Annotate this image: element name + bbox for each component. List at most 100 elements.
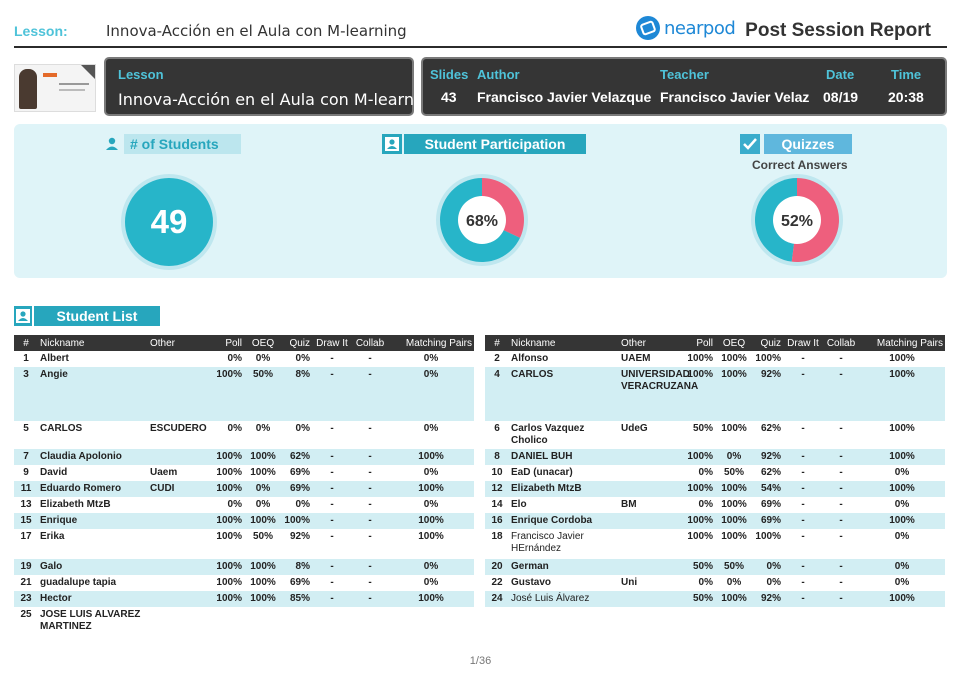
cell-n: 16 (485, 513, 509, 529)
time-label: Time (891, 67, 922, 82)
table-row: 25 JOSE LUIS ALVAREZ MARTINEZ (14, 607, 474, 635)
cell-poll: 100% (214, 513, 244, 529)
cell-n: 2 (494, 353, 500, 364)
cell-quiz: 100% (282, 513, 312, 529)
author-value: Francisco Javier Velazque (477, 89, 652, 105)
column-header: # (485, 335, 509, 351)
cell-poll: 50% (692, 423, 713, 434)
cell-n: 11 (14, 481, 38, 497)
lesson-info-label: Lesson (118, 67, 164, 82)
cell-collab: - (839, 467, 843, 478)
quizzes-heading: Quizzes (740, 134, 852, 154)
cell-draw: - (330, 499, 334, 510)
table-row: 3 Angie 100% 50% 8% - -0% (14, 367, 474, 421)
cell-other: UdeG (621, 423, 648, 434)
cell-poll: 100% (214, 559, 244, 575)
table-row: 18 Francisco Javier HErnández 100% 100% 100%… (485, 529, 945, 559)
user-icon (102, 134, 122, 154)
cell-oeq: 100% (250, 577, 276, 588)
cell-name: Francisco Javier HErnández (511, 531, 584, 554)
table-row: 6 Carlos Vazquez Cholico UdeG 50% 100% 62% - - 1… (485, 421, 945, 449)
cell-draw: - (801, 577, 805, 588)
cell-poll: 0% (698, 499, 713, 510)
cell-collab: - (823, 367, 859, 421)
cell-other (619, 465, 685, 481)
cell-n: 3 (14, 367, 38, 421)
cell-quiz: 0% (295, 423, 310, 434)
cell-poll: 0% (698, 577, 713, 588)
lesson-thumbnail (14, 64, 96, 112)
column-header: Matching Pairs (388, 335, 474, 351)
cell-name: Elizabeth MtzB (40, 499, 111, 510)
cell-draw: - (330, 531, 334, 542)
column-header: Collab (352, 335, 388, 351)
cell-name: Carlos Vazquez Cholico (511, 423, 585, 446)
cell-n: 20 (485, 559, 509, 575)
cell-oeq (244, 607, 282, 635)
cell-draw: - (330, 577, 334, 588)
cell-oeq: 100% (244, 591, 282, 607)
table-row: 24 José Luis Álvarez 50% 100% 92% - -100% (485, 591, 945, 607)
participation-label: Student Participation (404, 134, 586, 154)
cell-mp: 100% (388, 481, 474, 497)
cell-other (148, 559, 214, 575)
cell-draw: - (801, 531, 805, 542)
table-row: 21 guadalupe tapia 100% 100% 69% - - 0% (14, 575, 474, 591)
user-icon (382, 134, 402, 154)
student-list-title: Student List (34, 306, 160, 326)
cell-collab: - (839, 577, 843, 588)
teacher-value: Francisco Javier Velaz (660, 89, 810, 105)
cell-quiz: 8% (282, 367, 312, 421)
cell-mp: 100% (388, 513, 474, 529)
column-header: OEQ (244, 335, 282, 351)
cell-mp: 0% (388, 367, 474, 421)
cell-quiz: 62% (760, 467, 781, 478)
cell-name: David (40, 467, 68, 478)
student-table-left: # Nickname Other Poll OEQ Quiz Draw It Collab Ma… (14, 335, 474, 635)
column-header: Nickname (38, 335, 148, 351)
cell-other (148, 513, 214, 529)
students-count-circle: 49 (121, 174, 217, 270)
column-header: Quiz (753, 335, 783, 351)
cell-mp: 100% (859, 591, 945, 607)
cell-mp: 0% (423, 467, 439, 478)
cell-name: EaD (unacar) (511, 467, 573, 478)
cell-collab: - (368, 499, 372, 510)
cell-collab: - (368, 353, 372, 364)
cell-draw: - (312, 481, 352, 497)
cell-other: Uni (621, 577, 638, 588)
date-value: 08/19 (823, 89, 859, 105)
participation-donut: 68% (436, 174, 528, 266)
quizzes-value: 52% (781, 213, 813, 230)
cell-draw: - (330, 467, 334, 478)
cell-other: CUDI (148, 481, 214, 497)
cell-quiz: 69% (282, 481, 312, 497)
cell-quiz: 100% (755, 353, 781, 364)
time-value: 20:38 (888, 89, 924, 105)
table-row: 23 Hector 100% 100% 85% - -100% (14, 591, 474, 607)
cell-quiz: 85% (282, 591, 312, 607)
table-row: 9 David Uaem 100% 100% 69% - - 0% (14, 465, 474, 481)
cell-draw: - (801, 353, 805, 364)
cell-quiz: 92% (753, 591, 783, 607)
cell-name: Albert (40, 353, 69, 364)
nearpod-logo-icon (636, 16, 660, 40)
cell-other (148, 367, 214, 421)
cell-poll: 0% (698, 467, 713, 478)
cell-n: 5 (23, 423, 29, 434)
cell-poll: 50% (685, 559, 715, 575)
cell-collab: - (823, 449, 859, 465)
cell-collab: - (823, 481, 859, 497)
cell-oeq: 50% (723, 467, 744, 478)
user-icon (14, 306, 32, 326)
cell-n: 18 (491, 531, 503, 542)
table-row: 16 Enrique Cordoba 100% 100% 69% - -100% (485, 513, 945, 529)
cell-name: JOSE LUIS ALVAREZ MARTINEZ (40, 609, 141, 632)
column-header: OEQ (715, 335, 753, 351)
cell-collab: - (823, 513, 859, 529)
cell-mp: 100% (388, 591, 474, 607)
table-row: 13 Elizabeth MtzB 0% 0% 0% - - 0% (14, 497, 474, 513)
cell-oeq: 0% (255, 423, 271, 434)
cell-name: Elizabeth MtzB (509, 481, 619, 497)
report-header: Lesson: Innova-Acción en el Aula con M-l… (14, 14, 947, 48)
